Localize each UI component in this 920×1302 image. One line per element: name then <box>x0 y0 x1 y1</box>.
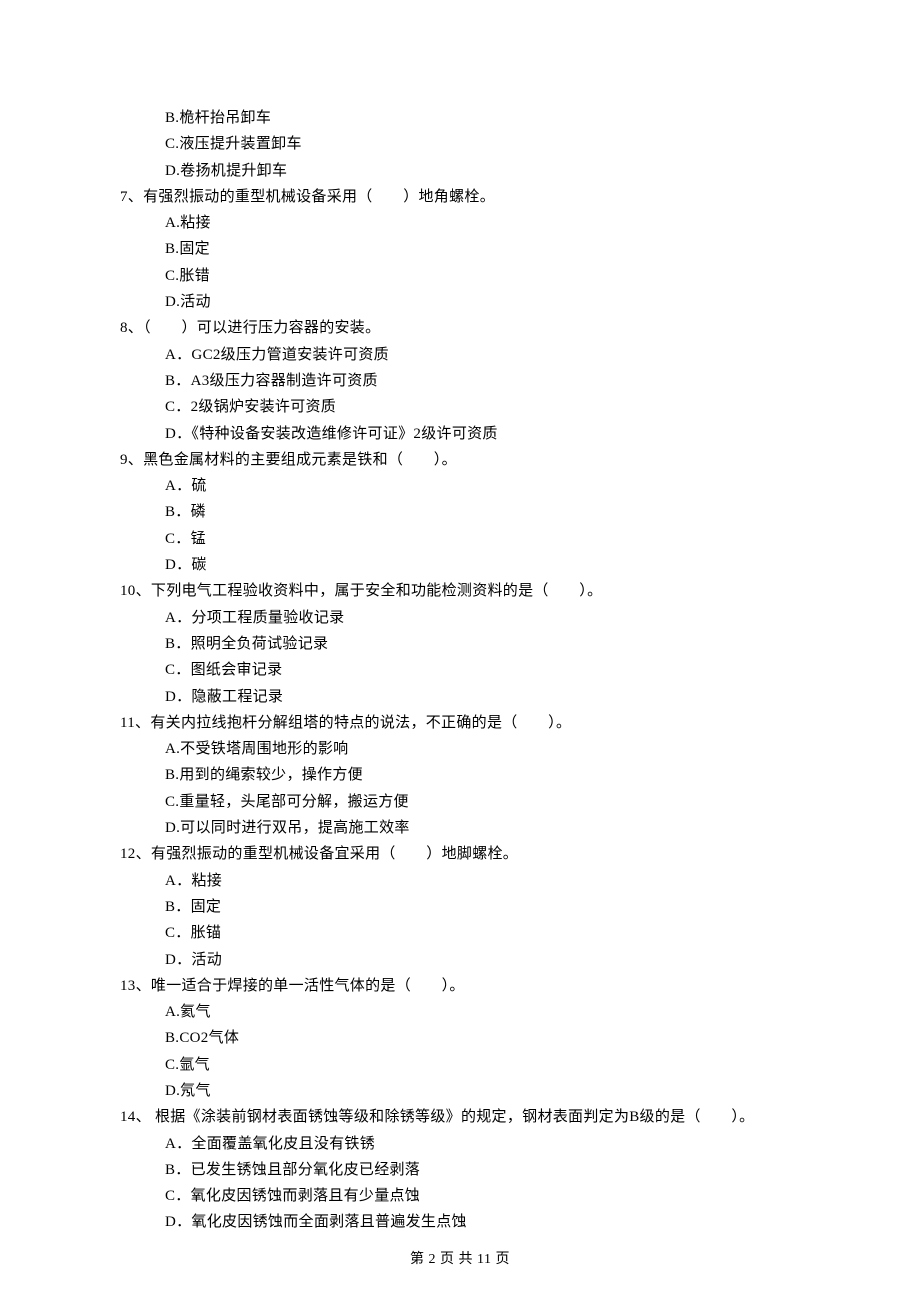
option-line: A．粘接 <box>120 868 800 894</box>
question-stem: 9、黑色金属材料的主要组成元素是铁和（ ）。 <box>120 447 800 473</box>
option-line: B．A3级压力容器制造许可资质 <box>120 368 800 394</box>
document-page: B.桅杆抬吊卸车 C.液压提升装置卸车 D.卷扬机提升卸车 7、有强烈振动的重型… <box>0 0 920 1302</box>
option-line: B．照明全负荷试验记录 <box>120 631 800 657</box>
question-stem: 7、有强烈振动的重型机械设备采用（ ）地角螺栓。 <box>120 184 800 210</box>
question-stem: 13、唯一适合于焊接的单一活性气体的是（ ）。 <box>120 973 800 999</box>
question-stem: 10、下列电气工程验收资料中，属于安全和功能检测资料的是（ ）。 <box>120 578 800 604</box>
question-stem: 8、（ ）可以进行压力容器的安装。 <box>120 315 800 341</box>
option-line: C.氩气 <box>120 1052 800 1078</box>
option-line: B．磷 <box>120 499 800 525</box>
question-stem: 14、 根据《涂装前钢材表面锈蚀等级和除锈等级》的规定，钢材表面判定为B级的是（… <box>120 1104 800 1130</box>
question-stem: 11、有关内拉线抱杆分解组塔的特点的说法，不正确的是（ ）。 <box>120 710 800 736</box>
option-line: B．已发生锈蚀且部分氧化皮已经剥落 <box>120 1157 800 1183</box>
option-line: B.用到的绳索较少，操作方便 <box>120 762 800 788</box>
option-line: A．GC2级压力管道安装许可资质 <box>120 342 800 368</box>
option-line: D.可以同时进行双吊，提高施工效率 <box>120 815 800 841</box>
option-line: C.胀错 <box>120 263 800 289</box>
option-line: B．固定 <box>120 894 800 920</box>
option-line: C.重量轻，头尾部可分解，搬运方便 <box>120 789 800 815</box>
question-stem: 12、有强烈振动的重型机械设备宜采用（ ）地脚螺栓。 <box>120 841 800 867</box>
option-line: D．隐蔽工程记录 <box>120 684 800 710</box>
option-line: C．氧化皮因锈蚀而剥落且有少量点蚀 <box>120 1183 800 1209</box>
option-line: D.卷扬机提升卸车 <box>120 158 800 184</box>
option-line: D.活动 <box>120 289 800 315</box>
option-line: A.氦气 <box>120 999 800 1025</box>
option-line: A．分项工程质量验收记录 <box>120 605 800 631</box>
option-line: D．氧化皮因锈蚀而全面剥落且普遍发生点蚀 <box>120 1209 800 1235</box>
option-line: C.液压提升装置卸车 <box>120 131 800 157</box>
option-line: C．胀锚 <box>120 920 800 946</box>
option-line: D．《特种设备安装改造维修许可证》2级许可资质 <box>120 421 800 447</box>
option-line: D.氖气 <box>120 1078 800 1104</box>
option-line: B.桅杆抬吊卸车 <box>120 105 800 131</box>
option-line: D．碳 <box>120 552 800 578</box>
page-footer: 第 2 页 共 11 页 <box>0 1248 920 1268</box>
option-line: D．活动 <box>120 947 800 973</box>
option-line: A.粘接 <box>120 210 800 236</box>
option-line: A．硫 <box>120 473 800 499</box>
option-line: A.不受铁塔周围地形的影响 <box>120 736 800 762</box>
option-line: C．2级锅炉安装许可资质 <box>120 394 800 420</box>
option-line: B.CO2气体 <box>120 1025 800 1051</box>
option-line: B.固定 <box>120 236 800 262</box>
option-line: A．全面覆盖氧化皮且没有铁锈 <box>120 1131 800 1157</box>
option-line: C．图纸会审记录 <box>120 657 800 683</box>
option-line: C．锰 <box>120 526 800 552</box>
